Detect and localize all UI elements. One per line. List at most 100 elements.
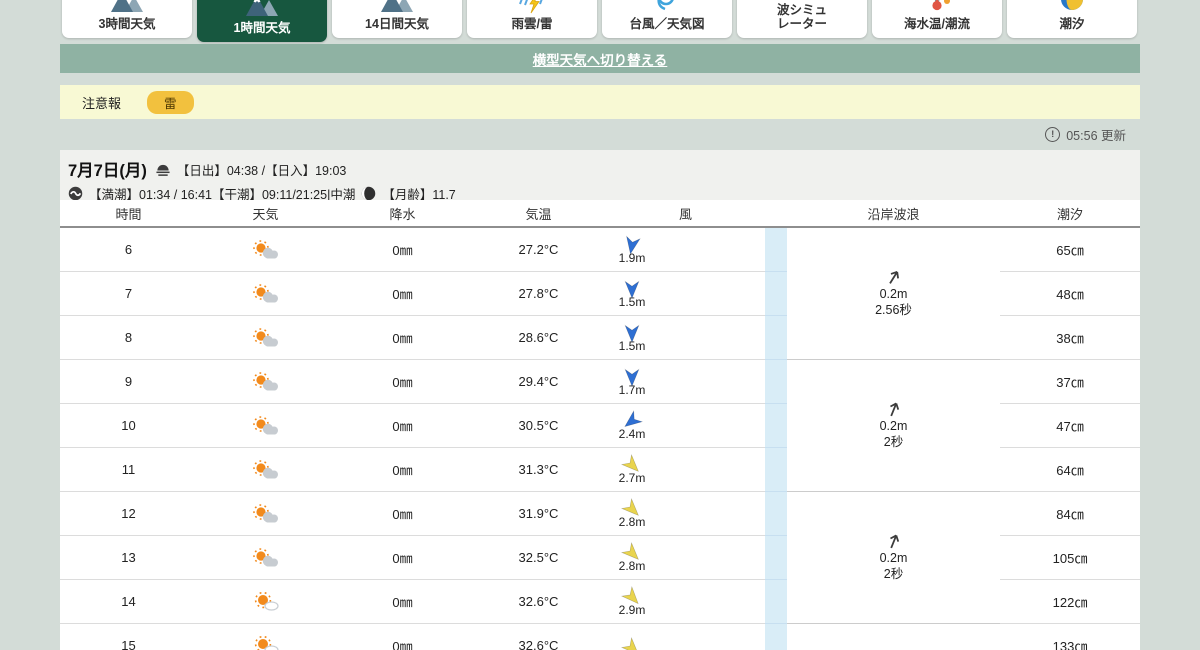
- tide-column: 65㎝ 48㎝ 38㎝ 37㎝ 47㎝ 64㎝ 84㎝ 105㎝ 122㎝ 13…: [1000, 228, 1140, 650]
- header-precipitation: 降水: [389, 206, 416, 222]
- weather-icon: [251, 635, 281, 650]
- tide-icon: [1061, 0, 1083, 10]
- table-row: 12 0㎜ 31.9°C 2.8m: [60, 492, 765, 536]
- tab-label: 雨雲/雷: [511, 17, 553, 31]
- hour-cell: 10: [121, 418, 136, 433]
- wave-period: 2秒: [883, 435, 904, 449]
- hour-cell: 15: [121, 638, 136, 650]
- tab-tide[interactable]: 潮汐: [1007, 0, 1137, 38]
- tab-radar-lightning[interactable]: 雨雲/雷: [467, 0, 597, 38]
- temp-cell: 27.8°C: [518, 286, 559, 301]
- wave-height: 0.2m: [879, 551, 908, 566]
- tab-typhoon-chart[interactable]: 台風／天気図: [602, 0, 732, 38]
- wave-group: 0.2m 2秒: [787, 492, 1000, 624]
- wind-cell: 2.4m: [612, 409, 652, 441]
- wind-direction-arrow-icon: [624, 324, 640, 343]
- tab-1hour-weather[interactable]: 1時間天気: [197, 0, 327, 42]
- precip-cell: 0㎜: [392, 375, 413, 390]
- temp-cell: 27.2°C: [518, 242, 559, 257]
- date-text: 7月7日(月): [68, 162, 147, 180]
- weather-icon: [251, 239, 281, 261]
- wind-cell: 2.8m: [612, 497, 652, 529]
- tab-wave-simulator[interactable]: 波シミュ レーター: [737, 0, 867, 38]
- tab-label: 海水温/潮流: [904, 17, 970, 31]
- precip-cell: 0㎜: [392, 595, 413, 610]
- sunrise-sunset-text: 【日出】04:38 /【日入】19:03: [176, 163, 347, 178]
- wave-height: 0.2m: [879, 287, 908, 302]
- wind-cell: 1.5m: [612, 279, 652, 309]
- tab-label: 台風／天気図: [629, 17, 705, 31]
- weather-icon: [251, 415, 281, 437]
- table-row: 7 0㎜ 27.8°C 1.5m: [60, 272, 765, 316]
- advisory-label: 注意報: [82, 95, 122, 111]
- wind-cell: 2.8m: [612, 541, 652, 573]
- tab-label: 潮汐: [1059, 17, 1085, 31]
- wind-cell: 2.7m: [612, 453, 652, 485]
- tab-label: 3時間天気: [98, 17, 156, 31]
- weather-icon: [251, 459, 281, 481]
- header-coastal-waves: 沿岸波浪: [867, 206, 920, 222]
- tide-cell: 105㎝: [1000, 536, 1140, 580]
- hour-cell: 8: [124, 330, 133, 345]
- wave-direction-arrow-icon: [889, 535, 899, 549]
- tide-cell: 64㎝: [1000, 448, 1140, 492]
- wave-group: 0.2m 2秒: [787, 360, 1000, 492]
- wind-cell: 1.5m: [612, 323, 652, 353]
- precip-cell: 0㎜: [392, 463, 413, 478]
- wind-cell: 2.9m: [612, 585, 652, 617]
- update-time-line: ! 05:56 更新: [60, 125, 1126, 144]
- wave-direction-arrow-icon: [889, 403, 899, 417]
- table-row: 10 0㎜ 30.5°C 2.4m: [60, 404, 765, 448]
- weather-icon: [251, 547, 281, 569]
- tab-label: 1時間天気: [233, 21, 291, 35]
- sunrise-icon: [156, 164, 170, 176]
- precip-cell: 0㎜: [392, 331, 413, 346]
- precip-cell: 0㎜: [392, 287, 413, 302]
- temp-cell: 29.4°C: [518, 374, 559, 389]
- date-header: 7月7日(月) 【日出】04:38 /【日入】19:03 【満潮】01:34 /…: [60, 150, 1140, 202]
- tab-14day-weather[interactable]: 14日間天気: [332, 0, 462, 38]
- tab-sea-temp-current[interactable]: 海水温/潮流: [872, 0, 1002, 38]
- wave-period: 2.56秒: [875, 303, 912, 317]
- layout-switch-banner: 横型天気へ切り替える: [60, 44, 1140, 73]
- weather-icon: [251, 327, 281, 349]
- temp-cell: 30.5°C: [518, 418, 559, 433]
- sea-temperature-icon: [932, 0, 950, 11]
- tab-3hour-weather[interactable]: 3時間天気: [62, 0, 192, 38]
- temp-cell: 32.6°C: [518, 594, 559, 609]
- header-tide: 潮汐: [1056, 206, 1083, 222]
- hour-cell: 6: [124, 242, 133, 257]
- tab-label: 波シミュ: [776, 3, 827, 17]
- header-temperature: 気温: [525, 206, 552, 222]
- tide-cell: 84㎝: [1000, 492, 1140, 536]
- header-time: 時間: [115, 206, 142, 222]
- switch-to-horizontal-link[interactable]: 横型天気へ切り替える: [533, 49, 668, 69]
- weather-icon: [251, 503, 281, 525]
- wave-icon: [68, 186, 83, 201]
- header-weather: 天気: [252, 206, 279, 222]
- tide-cell: 37㎝: [1000, 360, 1140, 404]
- hour-cell: 11: [121, 462, 136, 477]
- thunder-advisory-badge[interactable]: 雷: [147, 90, 194, 114]
- precip-cell: 0㎜: [392, 551, 413, 566]
- weather-icon: [251, 591, 281, 613]
- temp-cell: 28.6°C: [518, 330, 559, 345]
- wave-direction-arrow-icon: [888, 271, 899, 285]
- date-sun-line: 7月7日(月) 【日出】04:38 /【日入】19:03: [68, 157, 1140, 181]
- precip-cell: 0㎜: [392, 507, 413, 522]
- table-body: 6 0㎜ 27.2°C 1.9m 7 0㎜ 27.8°C 1.5m 8 0㎜ 2…: [60, 228, 1140, 650]
- moon-phase-icon: [362, 186, 376, 201]
- weather-nav-tabs: 3時間天気 1時間天気 14日間天気 雨雲/雷 台風／天気図 波シミュ レーター…: [62, 0, 1137, 42]
- precip-cell: 0㎜: [392, 419, 413, 434]
- hour-cell: 7: [124, 286, 133, 301]
- table-row: 9 0㎜ 29.4°C 1.7m: [60, 360, 765, 404]
- header-wind: 風: [678, 206, 692, 222]
- hour-rows: 6 0㎜ 27.2°C 1.9m 7 0㎜ 27.8°C 1.5m 8 0㎜ 2…: [60, 228, 765, 650]
- typhoon-icon: [657, 0, 674, 11]
- hour-cell: 13: [121, 550, 136, 565]
- tab-label-line2: レーター: [776, 17, 827, 31]
- tide-cell: 38㎝: [1000, 316, 1140, 360]
- table-row: 8 0㎜ 28.6°C 1.5m: [60, 316, 765, 360]
- temp-cell: 31.3°C: [518, 462, 559, 477]
- tab-label: 14日間天気: [365, 17, 429, 31]
